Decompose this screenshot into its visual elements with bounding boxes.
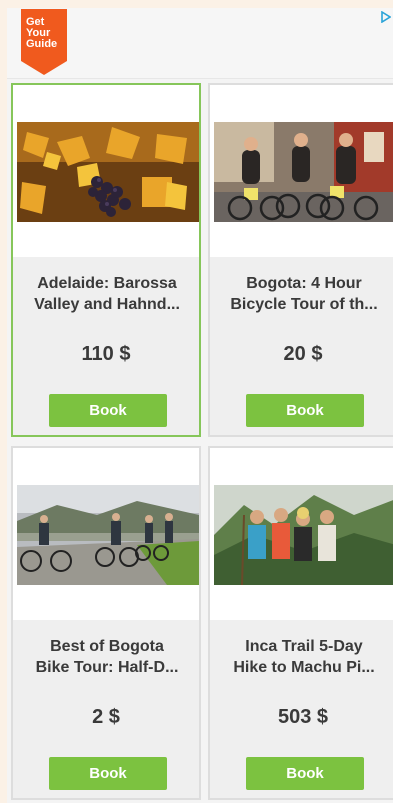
tour-image-area bbox=[13, 85, 199, 257]
tour-price: 110 $ bbox=[81, 343, 131, 365]
tour-title[interactable]: Best of Bogota Bike Tour: Half-D... bbox=[19, 636, 195, 678]
getyourguide-logo[interactable]: Get Your Guide bbox=[21, 9, 67, 75]
book-button[interactable]: Book bbox=[246, 394, 364, 427]
tour-card-best-of-bogota[interactable]: Best of Bogota Bike Tour: Half-D... 2 $ … bbox=[11, 446, 201, 800]
tour-photo-cyclists[interactable] bbox=[214, 122, 393, 222]
tour-price: 503 $ bbox=[277, 706, 329, 728]
tour-card-adelaide[interactable]: Adelaide: Barossa Valley and Hahnd... 11… bbox=[11, 83, 201, 437]
ad-choices-icon[interactable] bbox=[381, 10, 392, 24]
tour-title[interactable]: Adelaide: Barossa Valley and Hahnd... bbox=[19, 273, 195, 315]
logo-line: Guide bbox=[26, 38, 58, 50]
tour-image-area bbox=[13, 448, 199, 620]
tour-photo-hikers[interactable] bbox=[214, 485, 393, 585]
tour-title[interactable]: Inca Trail 5-Day Hike to Machu Pi... bbox=[216, 636, 392, 678]
tour-card-inca-trail[interactable]: Inca Trail 5-Day Hike to Machu Pi... 503… bbox=[208, 446, 393, 800]
tour-price: 2 $ bbox=[92, 706, 120, 728]
tour-photo-bike-group[interactable] bbox=[17, 485, 199, 585]
tour-image-area bbox=[210, 448, 393, 620]
tour-price: 20 $ bbox=[283, 343, 323, 365]
book-button[interactable]: Book bbox=[49, 394, 167, 427]
widget-header: Get Your Guide bbox=[7, 8, 393, 79]
tour-image-area bbox=[210, 85, 393, 257]
book-button[interactable]: Book bbox=[246, 757, 364, 790]
tour-title[interactable]: Bogota: 4 Hour Bicycle Tour of th... bbox=[216, 273, 392, 315]
tour-photo-vineyard[interactable] bbox=[17, 122, 199, 222]
book-button[interactable]: Book bbox=[49, 757, 167, 790]
tours-widget: Get Your Guide Adelaide: Barossa Valley … bbox=[7, 8, 393, 803]
tour-card-bogota-bicycle[interactable]: Bogota: 4 Hour Bicycle Tour of th... 20 … bbox=[208, 83, 393, 437]
